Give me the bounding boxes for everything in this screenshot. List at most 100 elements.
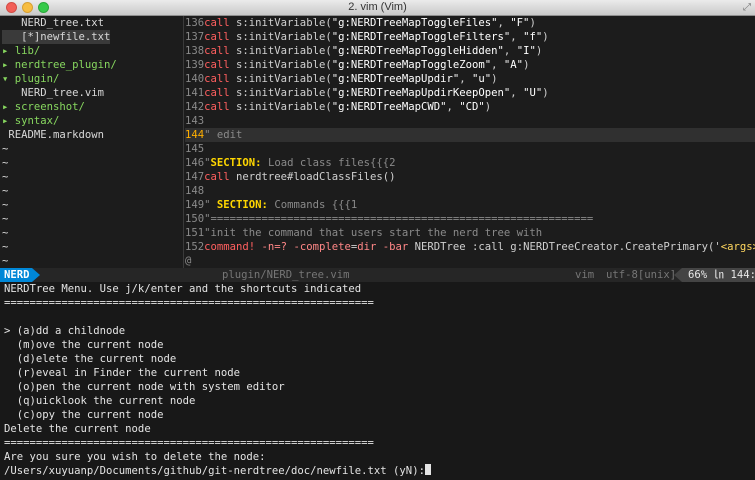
code-token: , [510,31,524,43]
tree-dir-item[interactable]: ▾ plugin/ [2,72,59,86]
code-token: -bar [382,241,415,253]
mode-separator-icon [32,268,40,282]
tree-item-label: [*]newfile.txt [21,31,111,43]
code-token: "A" [503,59,524,71]
line-number: 139 [185,59,205,71]
code-line[interactable]: 148 [185,184,204,198]
code-line[interactable]: 149" SECTION: Commands {{{1 [185,198,357,212]
code-line[interactable]: @ [185,254,191,268]
code-line[interactable]: 143 [185,114,204,128]
menu-item[interactable]: (q)uicklook the current node [4,394,196,408]
code-line[interactable]: 136call s:initVariable("g:NERDTreeMapTog… [185,16,536,30]
code-token: , [503,45,517,57]
confirm-path: /Users/xuyuanp/Documents/github/git-nerd… [4,465,425,477]
tree-item-label: syntax/ [14,115,60,127]
status-line: NERD plugin/NERD_tree.vim vim utf-8[unix… [0,268,755,282]
code-line[interactable]: 146"SECTION: Load class files{{{2 [185,156,396,170]
tree-file-item[interactable]: NERD_tree.vim [2,86,104,100]
code-line[interactable]: 137call s:initVariable("g:NERDTreeMapTog… [185,30,549,44]
collapsed-arrow-icon[interactable]: ▸ [2,45,15,57]
code-token: "F" [510,17,530,29]
empty-line-marker: ~ [2,185,9,197]
code-token: Load class files{{{2 [261,157,396,169]
code-line[interactable]: 140call s:initVariable("g:NERDTreeMapUpd… [185,72,498,86]
menu-item[interactable]: > (a)dd a childnode [4,324,125,338]
code-token: call [204,31,237,43]
code-token: ) [542,31,549,43]
status-filename: plugin/NERD_tree.vim [222,269,350,281]
tree-dir-item[interactable]: ▸ nerdtree_plugin/ [2,58,117,72]
code-line[interactable]: 139call s:initVariable("g:NERDTreeMapTog… [185,58,529,72]
code-token: "g:NERDTreeMapToggleZoom" [331,59,492,71]
window-title: 2. vim (Vim) [348,1,407,13]
tree-file-item[interactable]: [*]newfile.txt [2,30,111,44]
expanded-arrow-icon[interactable]: ▾ [2,73,15,85]
tree-file-item[interactable]: NERD_tree.txt [2,16,104,30]
code-token: , [491,59,504,71]
line-number: @ [185,255,192,267]
title-bar: 2. vim (Vim) ⤢ [0,0,755,16]
code-token: , [459,73,473,85]
status-position: 66% ㏑ 144: 6 [682,268,755,282]
editor-pane[interactable]: 136call s:initVariable("g:NERDTreeMapTog… [185,16,755,268]
collapsed-arrow-icon[interactable]: ▸ [2,59,15,71]
code-token: s:initVariable( [236,73,332,85]
tree-item-label: README.markdown [8,129,105,141]
line-number: 138 [185,45,205,57]
code-line[interactable]: 142call s:initVariable("g:NERDTreeMapCWD… [185,100,491,114]
code-token: " edit [204,129,243,141]
empty-line-marker: ~ [2,227,9,239]
tree-dir-item[interactable]: ▸ screenshot/ [2,100,85,114]
code-line[interactable]: 151"init the command that users start th… [185,226,542,240]
window-split-divider[interactable] [183,16,184,268]
code-token: "g:NERDTreeMapToggleFilters" [331,31,511,43]
code-token: "g:NERDTreeMapUpdir" [331,73,460,85]
code-token: "init the command that users start the n… [204,227,543,239]
code-token: command! [204,241,262,253]
line-number: 140 [185,73,205,85]
tree-file-item[interactable]: README.markdown [2,128,104,142]
code-token: "g:NERDTreeMapCWD" [331,101,447,113]
menu-item[interactable]: (d)elete the current node [4,352,176,366]
empty-line-marker: ~ [2,171,9,183]
tree-dir-item[interactable]: ▸ lib/ [2,44,40,58]
code-line[interactable]: 138call s:initVariable("g:NERDTreeMapTog… [185,44,542,58]
code-line[interactable]: 147call nerdtree#loadClassFiles() [185,170,395,184]
tree-item-label: NERD_tree.txt [21,17,105,29]
code-token: dir [357,241,383,253]
code-line[interactable]: 150"====================================… [185,212,593,226]
code-token: "u" [472,73,492,85]
collapsed-arrow-icon[interactable]: ▸ [2,101,15,113]
menu-item[interactable]: (o)pen the current node with system edit… [4,380,285,394]
text-cursor [424,464,431,475]
line-number: 150 [185,213,205,225]
menu-item[interactable]: (c)opy the current node [4,408,164,422]
code-token: call [204,101,237,113]
code-line[interactable]: 152command! -n=? -complete=dir -bar NERD… [185,240,755,254]
menu-item[interactable]: (m)ove the current node [4,338,164,352]
menu-item[interactable]: (r)eveal in Finder the current node [4,366,240,380]
menu-header: NERDTree Menu. Use j/k/enter and the sho… [4,283,362,295]
fullscreen-icon[interactable]: ⤢ [743,2,751,13]
code-line[interactable]: 145 [185,142,204,156]
terminal[interactable]: NERD_tree.txt [*]newfile.txt ▸ lib/▸ nerd… [0,16,755,480]
confirm-path-line[interactable]: /Users/xuyuanp/Documents/github/git-nerd… [4,464,431,478]
line-number: 143 [185,115,205,127]
code-token: , [510,87,524,99]
code-token: "g:NERDTreeMapToggleHidden" [331,45,504,57]
code-token: ) [484,101,492,113]
line-number: 144 [185,129,205,141]
code-token: "I" [516,45,536,57]
confirm-prompt: Are you sure you wish to delete the node… [4,451,266,463]
line-number: 148 [185,185,205,197]
code-line[interactable]: 141call s:initVariable("g:NERDTreeMapUpd… [185,86,549,100]
tree-dir-item[interactable]: ▸ syntax/ [2,114,59,128]
code-token: call [204,59,237,71]
nerdtree-pane[interactable]: NERD_tree.txt [*]newfile.txt ▸ lib/▸ nerd… [0,16,182,268]
collapsed-arrow-icon[interactable]: ▸ [2,115,15,127]
code-token: s:initVariable( [236,59,332,71]
code-line[interactable]: 144" edit [185,128,755,142]
